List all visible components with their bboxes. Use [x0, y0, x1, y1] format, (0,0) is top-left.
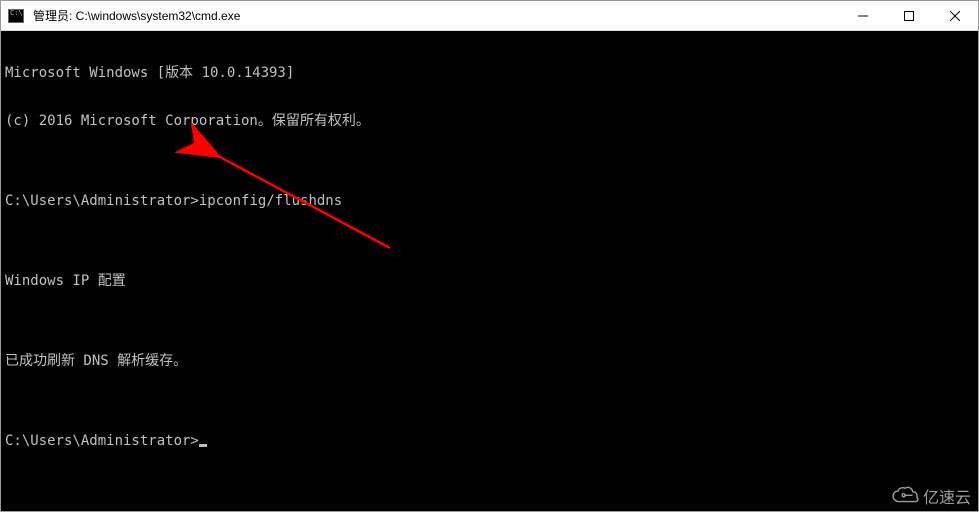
minimize-icon	[858, 11, 868, 21]
window-title: 管理员: C:\windows\system32\cmd.exe	[31, 7, 840, 24]
close-icon	[950, 11, 960, 21]
cursor	[199, 444, 207, 447]
terminal-area[interactable]: Microsoft Windows [版本 10.0.14393] (c) 20…	[1, 31, 978, 511]
maximize-icon	[904, 11, 914, 21]
close-button[interactable]	[932, 1, 978, 30]
prompt-line: C:\Users\Administrator>	[5, 433, 974, 449]
maximize-button[interactable]	[886, 1, 932, 30]
minimize-button[interactable]	[840, 1, 886, 30]
app-icon	[1, 9, 31, 23]
output-line-success: 已成功刷新 DNS 解析缓存。	[5, 353, 974, 369]
cmd-icon	[8, 9, 24, 23]
output-line: Microsoft Windows [版本 10.0.14393]	[5, 65, 974, 81]
prompt-line: C:\Users\Administrator>ipconfig/flushdns	[5, 193, 974, 209]
prompt-path: C:\Users\Administrator>	[5, 433, 199, 449]
titlebar[interactable]: 管理员: C:\windows\system32\cmd.exe	[1, 1, 978, 31]
cmd-window: 管理员: C:\windows\system32\cmd.exe Microso…	[0, 0, 979, 512]
window-controls	[840, 1, 978, 30]
output-line: (c) 2016 Microsoft Corporation。保留所有权利。	[5, 113, 974, 129]
prompt-path: C:\Users\Administrator>	[5, 193, 199, 209]
output-line: Windows IP 配置	[5, 273, 974, 289]
prompt-command: ipconfig/flushdns	[199, 193, 342, 209]
